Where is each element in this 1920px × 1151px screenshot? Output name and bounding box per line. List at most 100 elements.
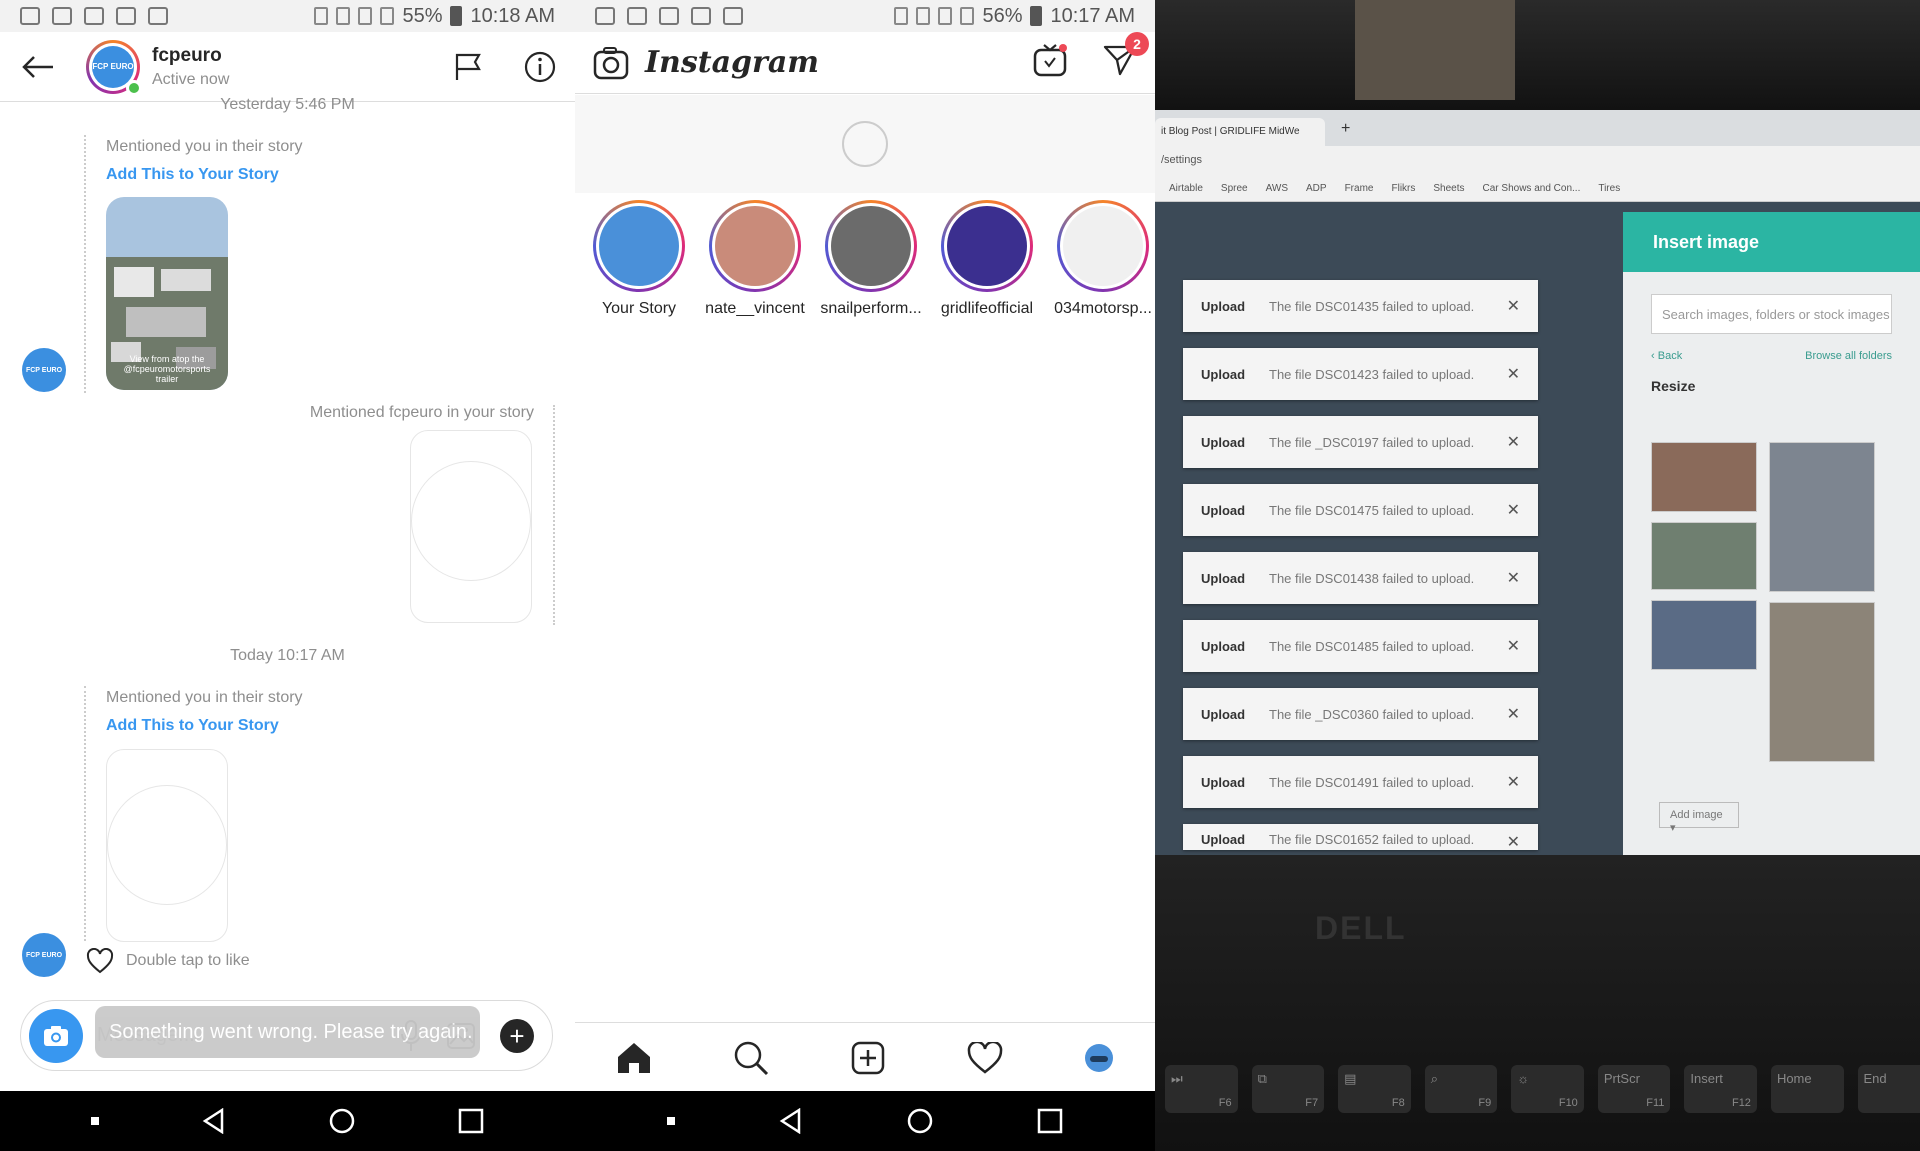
- insert-image-title: Insert image: [1623, 212, 1920, 272]
- new-tab-icon[interactable]: +: [1341, 120, 1350, 138]
- image-search-input[interactable]: Search images, folders or stock images: [1651, 294, 1892, 334]
- bookmark-item[interactable]: Spree: [1221, 183, 1248, 194]
- story-avatar: [947, 206, 1027, 286]
- keyboard-key: ⧉ F7: [1251, 1065, 1325, 1113]
- nav-home-icon[interactable]: [907, 1108, 933, 1134]
- recent-dot: [667, 1117, 675, 1125]
- upload-error-list: Upload The file DSC01435 failed to upload…: [1183, 280, 1538, 866]
- close-icon[interactable]: ✕: [1507, 568, 1520, 588]
- sender-avatar[interactable]: FCP EURO: [22, 933, 66, 977]
- story-item[interactable]: Your Story: [589, 200, 689, 330]
- image-thumbnail[interactable]: [1651, 600, 1757, 670]
- upload-error-toast: Upload The file _DSC0197 failed to upload…: [1183, 416, 1538, 468]
- search-icon[interactable]: [733, 1040, 769, 1076]
- calendar-icon: [116, 7, 136, 25]
- image-thumbnail[interactable]: [1769, 602, 1875, 762]
- add-to-story-link[interactable]: Add This to Your Story: [106, 717, 279, 735]
- back-link[interactable]: ‹ Back: [1651, 350, 1682, 362]
- story-placeholder[interactable]: [106, 749, 228, 942]
- notification-icon: [595, 7, 615, 25]
- flag-icon[interactable]: [453, 52, 483, 82]
- story-item[interactable]: gridlifeofficial: [937, 200, 1037, 330]
- notification-icon: [52, 7, 72, 25]
- upload-error-toast: Upload The file DSC01652 failed to upload…: [1183, 824, 1538, 850]
- add-image-button[interactable]: Add image ▾: [1659, 802, 1739, 834]
- bookmark-item[interactable]: ADP: [1306, 183, 1327, 194]
- close-icon[interactable]: ✕: [1507, 432, 1520, 452]
- story-item[interactable]: nate__vincent: [705, 200, 805, 330]
- sender-avatar[interactable]: FCP EURO: [22, 348, 66, 392]
- bookmark-item[interactable]: Frame: [1345, 183, 1374, 194]
- story-label: snailperform...: [820, 300, 922, 317]
- thread-line: [84, 686, 86, 941]
- heart-icon[interactable]: [86, 948, 114, 974]
- bookmark-item[interactable]: Flikrs: [1391, 183, 1415, 194]
- status-bar: 55% 10:18 AM: [0, 0, 575, 32]
- story-thumbnail[interactable]: View from atop the @fcpeuromotorsports t…: [106, 197, 228, 390]
- calendar-icon: [691, 7, 711, 25]
- close-icon[interactable]: ✕: [1507, 772, 1520, 792]
- instagram-feed-screen: 56% 10:17 AM Instagram 2 Your Story nate…: [575, 0, 1155, 1151]
- address-bar[interactable]: /settings: [1155, 146, 1920, 176]
- bookmark-item[interactable]: Car Shows and Con...: [1483, 183, 1581, 194]
- keyboard-key: ⌕ F9: [1424, 1065, 1498, 1113]
- keyboard-key: PrtScr F11: [1597, 1065, 1671, 1113]
- story-avatar: [831, 206, 911, 286]
- nav-back-icon[interactable]: [202, 1108, 226, 1134]
- nav-back-icon[interactable]: [779, 1108, 803, 1134]
- bookmark-item[interactable]: AWS: [1266, 183, 1288, 194]
- avatar[interactable]: FCP EURO: [86, 39, 142, 96]
- browser-tab[interactable]: it Blog Post | GRIDLIFE MidWe: [1155, 118, 1325, 146]
- activity-heart-icon[interactable]: [967, 1041, 1003, 1074]
- close-icon[interactable]: ✕: [1507, 832, 1520, 850]
- story-caption: View from atop the @fcpeuromotorsports t…: [123, 354, 211, 384]
- keyboard-key: ☼ F10: [1511, 1065, 1584, 1113]
- close-icon[interactable]: ✕: [1507, 296, 1520, 316]
- image-thumbnail[interactable]: [1651, 522, 1757, 590]
- nav-recents-icon[interactable]: [1037, 1108, 1063, 1134]
- close-icon[interactable]: ✕: [1507, 704, 1520, 724]
- camera-button[interactable]: [29, 1008, 83, 1063]
- profile-avatar-icon[interactable]: [1084, 1043, 1114, 1073]
- info-icon[interactable]: [523, 50, 557, 84]
- instagram-tab-bar: [575, 1022, 1155, 1092]
- battery-percent: 56%: [982, 4, 1023, 27]
- bookmark-item[interactable]: Airtable: [1169, 183, 1203, 194]
- bookmark-item[interactable]: Sheets: [1433, 183, 1464, 194]
- loading-spinner: [842, 121, 888, 167]
- nav-recents-icon[interactable]: [458, 1108, 484, 1134]
- thread-line: [553, 405, 555, 625]
- dm-username[interactable]: fcpeuro: [152, 45, 229, 67]
- signal-icon: [380, 7, 395, 25]
- home-icon[interactable]: [616, 1041, 652, 1075]
- nfc-icon: [336, 7, 351, 25]
- story-label: 034motorsp...: [1054, 300, 1152, 317]
- recent-dot: [91, 1117, 100, 1125]
- close-icon[interactable]: ✕: [1507, 636, 1520, 656]
- image-thumbnail[interactable]: [1769, 442, 1875, 592]
- add-attachment-button[interactable]: +: [500, 1018, 534, 1053]
- story-label: gridlifeofficial: [940, 300, 1034, 317]
- keyboard-key: ▤ F8: [1338, 1065, 1411, 1113]
- back-button[interactable]: [18, 47, 58, 87]
- image-thumbnail[interactable]: [1651, 442, 1757, 512]
- direct-messages-button[interactable]: 2: [1103, 32, 1149, 81]
- add-to-story-link[interactable]: Add This to Your Story: [106, 166, 279, 184]
- story-item[interactable]: snailperform...: [820, 200, 922, 330]
- nfc-icon: [916, 7, 931, 25]
- bookmark-item[interactable]: Tires: [1598, 183, 1620, 194]
- close-icon[interactable]: ✕: [1507, 364, 1520, 384]
- browse-folders-link[interactable]: Browse all folders: [1805, 350, 1892, 362]
- battery-icon: [450, 6, 463, 26]
- camera-icon[interactable]: [593, 46, 629, 80]
- new-post-icon[interactable]: [851, 1041, 885, 1075]
- signal-icon: [960, 7, 975, 25]
- close-icon[interactable]: ✕: [1507, 500, 1520, 520]
- igtv-button[interactable]: [1033, 43, 1067, 82]
- nav-home-icon[interactable]: [329, 1108, 355, 1134]
- story-item[interactable]: 034motorsp...: [1053, 200, 1153, 330]
- bluetooth-icon: [894, 7, 909, 25]
- story-placeholder[interactable]: [410, 430, 532, 623]
- like-row[interactable]: Double tap to like: [86, 948, 250, 974]
- dm-count-badge: 2: [1125, 32, 1149, 56]
